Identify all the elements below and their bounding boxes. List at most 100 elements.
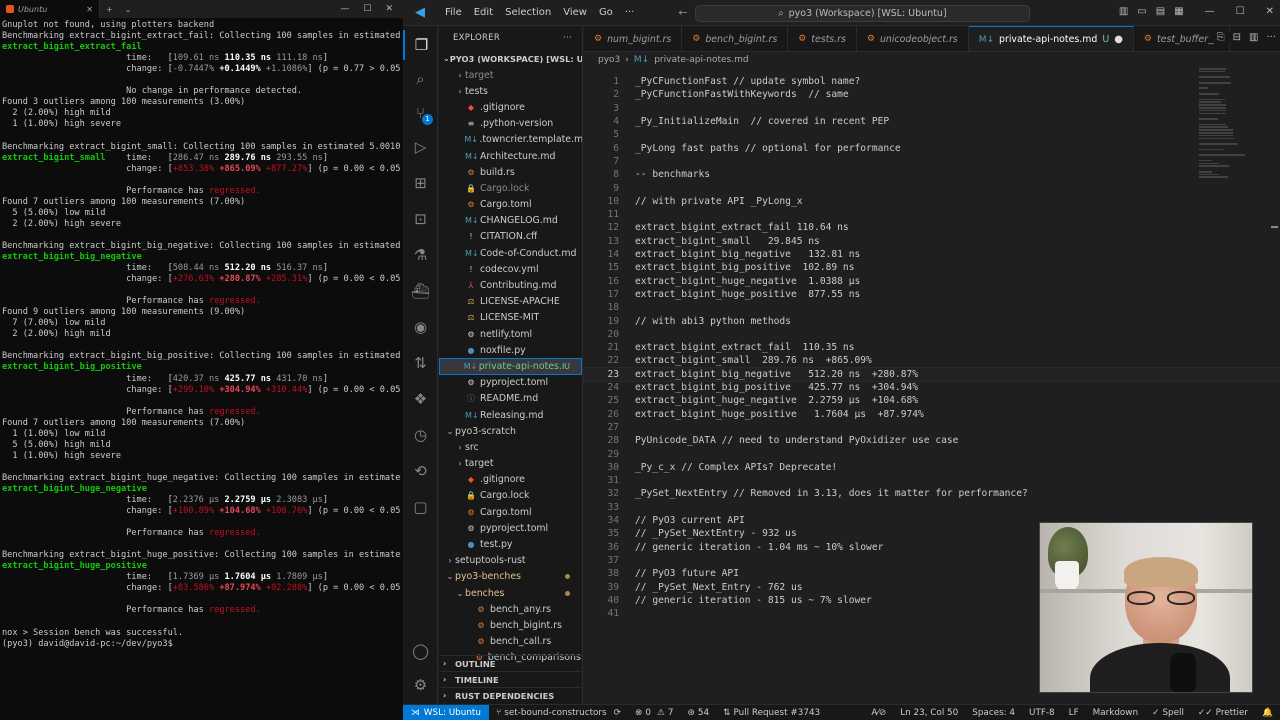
tree-folder[interactable]: › tests — [439, 83, 582, 99]
menu-more[interactable]: ··· — [619, 7, 641, 18]
account-icon[interactable]: ◯ — [403, 636, 438, 666]
tree-folder[interactable]: ⌄ benches — [439, 585, 582, 601]
prettier-indicator[interactable]: ✓✓ Prettier — [1191, 708, 1255, 718]
github-icon[interactable]: ◉ — [403, 312, 438, 342]
tree-folder[interactable]: ⌄ pyo3-benches — [439, 569, 582, 585]
pull-requests-icon[interactable]: ⇅ — [403, 348, 438, 378]
cursor-position[interactable]: Ln 23, Col 50 — [893, 708, 965, 718]
chat-icon[interactable]: ▢ — [403, 492, 438, 522]
tree-file[interactable]: ⚙ pyproject.toml — [439, 375, 582, 391]
terminal-window[interactable]: Ubuntu ✕ + ⌄ — ☐ ✕ Gnuplot not found, us… — [0, 0, 403, 720]
minimap[interactable] — [1199, 68, 1259, 179]
settings-gear-icon[interactable]: ⚙ — [403, 670, 438, 700]
encoding[interactable]: UTF-8 — [1022, 708, 1062, 718]
editor-tab[interactable]: M↓ private-api-notes.md U ● — [968, 26, 1134, 51]
unsaved-dot-icon[interactable]: ● — [1114, 34, 1123, 45]
tree-file[interactable]: ≡ .python-version — [439, 116, 582, 132]
tree-file[interactable]: ⚙ pyproject.toml — [439, 520, 582, 536]
search-icon[interactable]: ⌕ — [403, 64, 438, 94]
outline-section[interactable]: › OUTLINE — [439, 655, 582, 671]
timeline-icon[interactable]: ◷ — [403, 420, 438, 450]
tree-file[interactable]: ⅄ Contributing.md — [439, 277, 582, 293]
branch-indicator[interactable]: ⑂ set-bound-constructors ⟳ — [489, 708, 628, 718]
end-of-line[interactable]: LF — [1062, 708, 1086, 718]
language-mode[interactable]: Markdown — [1086, 708, 1145, 718]
editor-tab[interactable]: ⚙ bench_bigint.rs — [682, 26, 789, 51]
tree-file[interactable]: M↓ Code-of-Conduct.md — [439, 245, 582, 261]
tree-file[interactable]: ⚙ bench_any.rs — [439, 601, 582, 617]
toggle-secondary-sidebar-icon[interactable]: ▤ — [1156, 6, 1165, 17]
customize-layout-icon[interactable]: ▦ — [1174, 6, 1183, 17]
terminal-output[interactable]: Gnuplot not found, using plotters backen… — [0, 18, 403, 720]
copilot-icon[interactable]: ❖ — [403, 384, 438, 414]
close-icon[interactable]: ✕ — [86, 5, 93, 14]
indentation[interactable]: Spaces: 4 — [965, 708, 1022, 718]
toggle-panel-icon[interactable]: ▭ — [1137, 6, 1146, 17]
tree-file[interactable]: ● test.py — [439, 536, 582, 552]
close-window-icon[interactable]: ✕ — [1266, 6, 1274, 17]
tree-folder[interactable]: ⌄ pyo3-scratch — [439, 423, 582, 439]
terminal-tab[interactable]: Ubuntu ✕ — [0, 0, 100, 18]
open-changes-icon[interactable]: ⎘ — [1217, 32, 1225, 43]
pull-request-indicator[interactable]: ⇅ Pull Request #3743 — [716, 708, 827, 718]
toggle-sidebar-icon[interactable]: ▥ — [1119, 6, 1128, 17]
close-window-icon[interactable]: ✕ — [385, 4, 393, 14]
tree-file[interactable]: ● noxfile.py — [439, 342, 582, 358]
more-actions-icon[interactable]: ··· — [563, 33, 572, 43]
split-editor-icon[interactable]: ▥ — [1249, 32, 1258, 43]
command-center[interactable]: ⌕ pyo3 (Workspace) [WSL: Ubuntu] — [695, 5, 1030, 22]
tree-file[interactable]: ⚙ netlify.toml — [439, 326, 582, 342]
tree-file[interactable]: ⓘ README.md — [439, 391, 582, 407]
menu-go[interactable]: Go — [593, 7, 619, 18]
rust-dependencies-section[interactable]: › RUST DEPENDENCIES — [439, 687, 582, 703]
source-control-icon[interactable]: ⑂ 1 — [403, 98, 438, 128]
tree-file[interactable]: ! codecov.yml — [439, 261, 582, 277]
tree-folder[interactable]: › target — [439, 67, 582, 83]
tree-file[interactable]: ⚙ Cargo.toml — [439, 504, 582, 520]
minimize-icon[interactable]: — — [340, 4, 349, 14]
chevron-down-icon[interactable]: ⌄ — [119, 5, 138, 14]
tree-file[interactable]: ⚙ build.rs — [439, 164, 582, 180]
tree-file[interactable]: ! CITATION.cff — [439, 229, 582, 245]
tree-file[interactable]: 🔒 Cargo.lock — [439, 180, 582, 196]
tree-file[interactable]: ⚖ LICENSE-MIT — [439, 310, 582, 326]
more-actions-icon[interactable]: ··· — [1266, 32, 1276, 43]
ports-indicator[interactable]: ⊛ 54 — [680, 708, 716, 718]
tree-file[interactable]: ⚙ bench_call.rs — [439, 634, 582, 650]
problems-indicator[interactable]: ⊗ 0 ⚠ 7 — [628, 708, 680, 718]
extensions-icon[interactable]: ⊞ — [403, 168, 438, 198]
run-debug-icon[interactable]: ▷ — [403, 132, 438, 162]
notifications-bell-icon[interactable]: 🔔 — [1255, 708, 1280, 718]
preview-icon[interactable]: ⊟ — [1233, 32, 1241, 43]
maximize-icon[interactable]: ☐ — [1236, 6, 1245, 17]
menu-edit[interactable]: Edit — [468, 7, 499, 18]
menu-selection[interactable]: Selection — [499, 7, 557, 18]
live-share-icon[interactable]: ⟲ — [403, 456, 438, 486]
new-tab-icon[interactable]: + — [100, 5, 119, 14]
tree-file[interactable]: ⚙ bench_bigint.rs — [439, 617, 582, 633]
tree-file[interactable]: ⚙ Cargo.toml — [439, 197, 582, 213]
breadcrumb-folder[interactable]: pyo3 — [598, 55, 620, 65]
docker-icon[interactable]: ⛴ — [403, 276, 438, 306]
menu-view[interactable]: View — [557, 7, 593, 18]
workspace-header[interactable]: ⌄ PYO3 (WORKSPACE) [WSL: UBU... — [439, 50, 582, 67]
editor-tab[interactable]: ⚙ num_bigint.rs — [584, 26, 683, 51]
spell-indicator[interactable]: ✓ Spell — [1145, 708, 1191, 718]
tree-file[interactable]: M↓ .towncrier.template.md — [439, 132, 582, 148]
editor-scrollbar[interactable] — [1268, 68, 1280, 704]
tree-folder[interactable]: › target — [439, 456, 582, 472]
menu-file[interactable]: File — [439, 7, 468, 18]
tree-file[interactable]: ⚖ LICENSE-APACHE — [439, 294, 582, 310]
tree-folder[interactable]: › setuptools-rust — [439, 553, 582, 569]
editor-tab[interactable]: ⚙ unicodeobject.rs — [857, 26, 969, 51]
tree-file[interactable]: M↓ Releasing.md — [439, 407, 582, 423]
tree-file[interactable]: M↓private-api-notes.mdU — [439, 358, 582, 375]
tree-file[interactable]: 🔒 Cargo.lock — [439, 488, 582, 504]
remote-explorer-icon[interactable]: ⊡ — [403, 204, 438, 234]
copilot-status[interactable]: A⁄⊘ — [864, 708, 893, 718]
maximize-icon[interactable]: ☐ — [363, 4, 371, 14]
tree-file[interactable]: ◆ .gitignore — [439, 99, 582, 115]
back-arrow-icon[interactable]: ← — [678, 6, 687, 19]
tree-file[interactable]: ◆ .gitignore — [439, 472, 582, 488]
tree-file[interactable]: M↓ Architecture.md — [439, 148, 582, 164]
